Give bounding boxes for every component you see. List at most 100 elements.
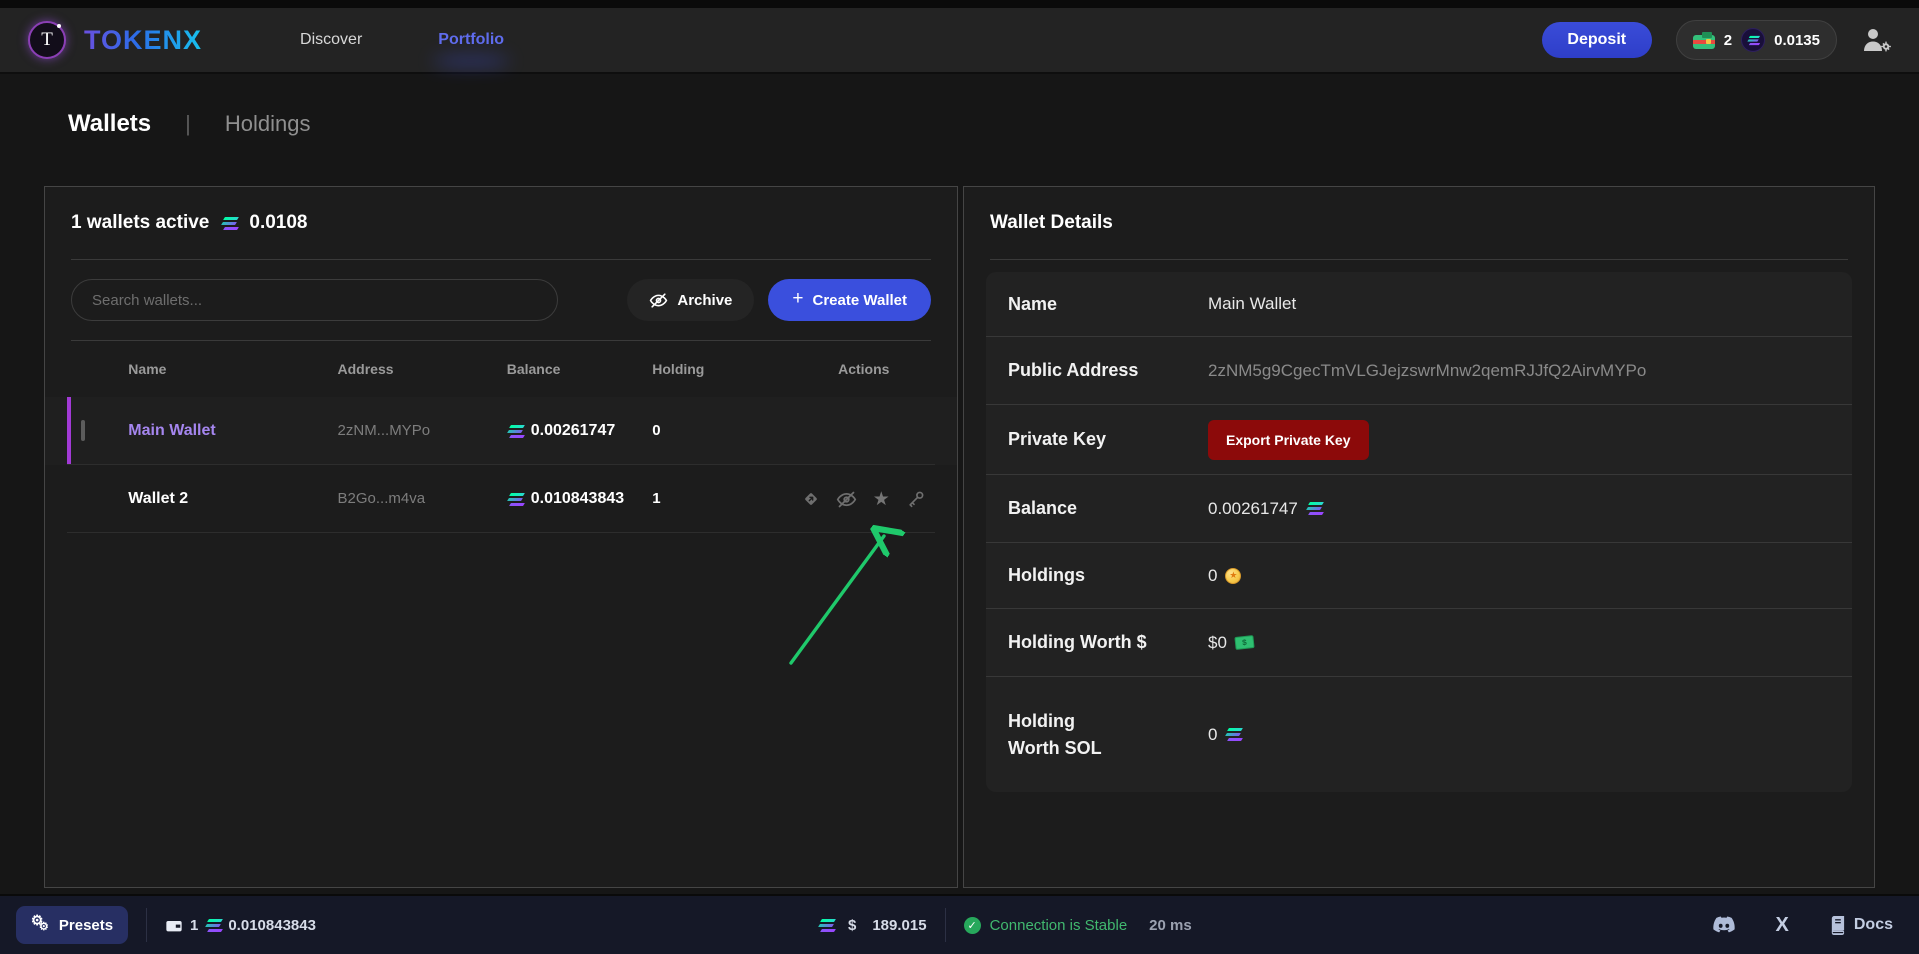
archive-button[interactable]: Archive xyxy=(627,279,754,321)
active-nav-glow xyxy=(432,57,510,65)
table-row-main-wallet[interactable]: Main Wallet 2zNM...MYPo 0.00261747 0 xyxy=(45,397,957,465)
tab-wallets[interactable]: Wallets xyxy=(68,110,151,138)
connection-status-text: Connection is Stable xyxy=(990,917,1128,934)
wallet-name-value: Main Wallet xyxy=(1208,294,1296,314)
wallet-details-panel: Wallet Details Name Main Wallet Public A… xyxy=(963,186,1875,888)
details-title: Wallet Details xyxy=(990,212,1113,234)
wallet-holding: 1 xyxy=(652,490,660,507)
latency-value: 20 ms xyxy=(1149,917,1192,934)
eye-off-icon xyxy=(649,291,668,310)
active-wallet-summary: 1 0.010843843 xyxy=(165,917,316,934)
row-actions: ★ xyxy=(771,489,957,510)
detail-row-holdings: Holdings 0 ★ xyxy=(986,542,1852,608)
create-wallet-label: Create Wallet xyxy=(813,292,907,309)
col-name: Name xyxy=(128,361,337,377)
tab-holdings[interactable]: Holdings xyxy=(225,111,311,137)
plus-icon: + xyxy=(792,288,803,310)
detail-label: Holding Worth SOL xyxy=(1008,708,1208,760)
gears-icon: ⚙⚙ xyxy=(31,915,51,935)
divider xyxy=(67,532,935,533)
presets-button[interactable]: ⚙⚙ Presets xyxy=(16,906,128,944)
deposit-button[interactable]: Deposit xyxy=(1542,22,1652,58)
col-balance: Balance xyxy=(507,361,653,377)
solana-icon xyxy=(818,919,834,932)
solana-icon xyxy=(1747,35,1759,44)
wallet-address: B2Go...m4va xyxy=(338,490,426,507)
wallet-balance: 0.010843843 xyxy=(531,490,624,508)
app-logo[interactable]: T xyxy=(28,21,66,59)
solana-icon xyxy=(507,493,523,506)
divider xyxy=(146,908,147,942)
tab-separator: | xyxy=(185,111,191,137)
public-address-value[interactable]: 2zNM5g9CgecTmVLGJejzswrMnw2qemRJJfQ2Airv… xyxy=(1208,361,1646,381)
active-wallets-summary: 1 wallets active xyxy=(71,212,209,234)
wallets-toolbar: Archive + Create Wallet xyxy=(71,279,931,321)
navbar-right: Deposit 2 0.0135 xyxy=(1542,20,1891,60)
docs-label: Docs xyxy=(1854,916,1893,934)
statusbar-center: $ 189.015 ✓ Connection is Stable 20 ms xyxy=(818,908,1192,942)
wallet-name[interactable]: Wallet 2 xyxy=(128,490,188,507)
worth-usd-value: $0 xyxy=(1208,633,1227,653)
create-wallet-button[interactable]: + Create Wallet xyxy=(768,279,931,321)
logo-letter: T xyxy=(41,29,53,51)
main-nav: Discover Portfolio xyxy=(300,31,504,49)
col-holding: Holding xyxy=(652,361,770,377)
nav-portfolio[interactable]: Portfolio xyxy=(438,31,504,49)
solana-icon xyxy=(221,217,237,230)
wallet-address: 2zNM...MYPo xyxy=(338,422,431,439)
statusbar-wallet-balance: 0.010843843 xyxy=(228,917,316,934)
wallet-name[interactable]: Main Wallet xyxy=(128,422,215,439)
wallet-holding: 0 xyxy=(652,422,660,439)
search-input[interactable] xyxy=(71,279,558,321)
col-actions: Actions xyxy=(771,361,957,377)
presets-label: Presets xyxy=(59,917,113,934)
details-rows: Name Main Wallet Public Address 2zNM5g9C… xyxy=(986,272,1852,792)
wallet-flat-icon xyxy=(165,918,183,933)
export-private-key-button[interactable]: Export Private Key xyxy=(1208,420,1369,460)
detail-label: Public Address xyxy=(1008,360,1208,381)
check-icon: ✓ xyxy=(964,917,981,934)
worth-sol-value: 0 xyxy=(1208,725,1217,745)
nav-portfolio-label: Portfolio xyxy=(438,31,504,48)
star-icon[interactable]: ★ xyxy=(871,489,892,510)
discord-icon[interactable] xyxy=(1712,916,1736,935)
detail-row-name: Name Main Wallet xyxy=(986,272,1852,336)
send-diamond-icon[interactable] xyxy=(801,489,822,510)
detail-row-public-address: Public Address 2zNM5g9CgecTmVLGJejzswrMn… xyxy=(986,336,1852,404)
solana-icon xyxy=(1225,728,1241,741)
brand-area: T TOKENX xyxy=(28,21,202,59)
x-twitter-icon[interactable]: X xyxy=(1776,914,1789,937)
key-icon[interactable] xyxy=(906,489,927,510)
divider xyxy=(990,259,1848,260)
nav-discover[interactable]: Discover xyxy=(300,31,362,49)
wallet-balance: 0.00261747 xyxy=(531,422,616,440)
holdings-value: 0 xyxy=(1208,566,1217,586)
solana-icon xyxy=(1306,502,1322,515)
portfolio-tabs: Wallets | Holdings xyxy=(0,74,1919,138)
wallet-count: 2 xyxy=(1724,32,1732,49)
sol-badge-icon xyxy=(1741,28,1765,52)
solana-icon xyxy=(507,425,523,438)
detail-label: Balance xyxy=(1008,498,1208,519)
sol-balance: 0.0135 xyxy=(1774,32,1820,49)
eye-off-icon[interactable] xyxy=(836,489,857,510)
statusbar-links: X Docs xyxy=(1712,914,1893,937)
balance-value: 0.00261747 xyxy=(1208,499,1298,519)
wallets-panel: 1 wallets active 0.0108 Archive + Create… xyxy=(44,186,958,888)
divider xyxy=(71,259,931,260)
wallet-balance-pill[interactable]: 2 0.0135 xyxy=(1676,20,1837,60)
sol-price-group: $ 189.015 xyxy=(818,917,927,934)
detail-label: Holdings xyxy=(1008,565,1208,586)
logo-dot xyxy=(57,24,61,28)
detail-row-worth-usd: Holding Worth $ $0 $ xyxy=(986,608,1852,676)
user-settings-icon[interactable] xyxy=(1861,26,1891,54)
row-checkbox[interactable] xyxy=(81,420,85,441)
wallet-icon xyxy=(1693,32,1715,49)
sol-price: 189.015 xyxy=(872,917,926,934)
table-row-wallet-2[interactable]: Wallet 2 B2Go...m4va 0.010843843 1 xyxy=(45,465,957,533)
window-top-strip xyxy=(0,0,1919,8)
docs-link[interactable]: Docs xyxy=(1829,916,1893,935)
divider xyxy=(945,908,946,942)
status-bar: ⚙⚙ Presets 1 0.010843843 $ 189.015 ✓ Con… xyxy=(0,894,1919,954)
detail-label: Private Key xyxy=(1008,429,1208,450)
